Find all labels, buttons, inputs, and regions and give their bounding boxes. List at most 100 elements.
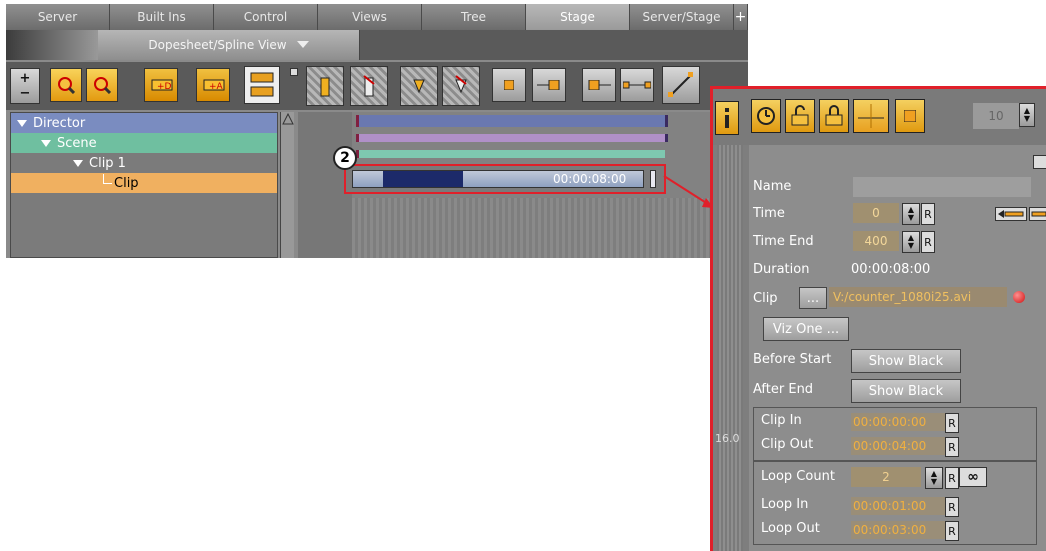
tab-bar: Server Built Ins Control Views Tree Stag…: [6, 4, 748, 30]
after-end-label: After End: [753, 382, 814, 397]
tree-item-clip-1[interactable]: Clip 1: [11, 153, 277, 173]
loop-out-reset-button[interactable]: R: [945, 521, 959, 541]
clip-in-label: Clip In: [761, 413, 802, 428]
tree-item-scene[interactable]: Scene: [11, 133, 277, 153]
view-bar: Dopesheet/Spline View: [6, 30, 748, 60]
time-nav-left-icon[interactable]: [995, 207, 1027, 221]
tab-server-stage[interactable]: Server/Stage: [630, 4, 734, 30]
panel-body: Name Time 0 ▲ ▼ R Time End 400 ▲ ▼ R Durat…: [751, 145, 1046, 551]
tab-views[interactable]: Views: [318, 4, 422, 30]
loop-out-label: Loop Out: [761, 521, 820, 536]
tree-scrollbar[interactable]: [280, 112, 294, 258]
panel-toolbar: 10 ▲ ▼: [713, 89, 1046, 145]
tree-item-label: Scene: [57, 135, 97, 151]
infinity-icon[interactable]: ∞: [959, 467, 987, 487]
after-end-dropdown[interactable]: Show Black: [851, 379, 961, 403]
svg-text:+D: +D: [157, 82, 172, 92]
clip-out-reset-button[interactable]: R: [945, 437, 959, 457]
clip-in-input[interactable]: 00:00:00:00: [851, 413, 945, 431]
name-input[interactable]: [853, 177, 1031, 197]
expand-triangle-icon[interactable]: [41, 139, 51, 147]
lock-open-icon[interactable]: [785, 99, 815, 133]
loop-count-spinner[interactable]: ▲ ▼: [925, 467, 943, 489]
scroll-up-icon[interactable]: [281, 112, 295, 126]
loop-in-reset-button[interactable]: R: [945, 497, 959, 517]
tree-item-label: Clip 1: [89, 155, 126, 171]
frame-step-value: 10: [988, 109, 1004, 123]
tag-out-icon[interactable]: [582, 68, 616, 102]
clip-loop-region: [383, 171, 463, 187]
zoom-plus-minus-icon[interactable]: + −: [10, 68, 40, 104]
director-track[interactable]: [356, 115, 668, 127]
expand-triangle-icon[interactable]: [73, 159, 83, 167]
tag-in-icon[interactable]: [532, 68, 566, 102]
expand-collapse-icon[interactable]: [244, 66, 280, 104]
clip-track-bar[interactable]: 00:00:08:00: [352, 170, 644, 188]
time-spinner[interactable]: ▲ ▼: [902, 203, 920, 225]
view-bar-handle: [6, 30, 98, 60]
frame-step-spinner[interactable]: ▲ ▼: [1019, 103, 1035, 127]
clip-in-reset-button[interactable]: R: [945, 413, 959, 433]
time-nav-right-icon[interactable]: [1029, 207, 1046, 221]
keyframe-c-icon[interactable]: [400, 66, 438, 106]
zoom-in-icon[interactable]: [50, 68, 82, 102]
before-start-dropdown[interactable]: Show Black: [851, 349, 961, 373]
time-label: Time: [753, 206, 785, 221]
ruler-value: 16.0: [715, 432, 740, 445]
zoom-out-icon[interactable]: [86, 68, 118, 102]
stop-point-icon[interactable]: [492, 68, 526, 102]
loop-out-input[interactable]: 00:00:03:00: [851, 521, 945, 539]
tab-built-ins[interactable]: Built Ins: [110, 4, 214, 30]
add-actor-icon[interactable]: +A: [196, 68, 230, 102]
view-selector[interactable]: Dopesheet/Spline View: [98, 30, 360, 60]
time-end-input[interactable]: 400: [853, 231, 899, 251]
tree-item-label: Clip: [114, 175, 139, 191]
stage-toolbar: + − +D +A: [6, 62, 748, 110]
duration-value: 00:00:08:00: [851, 262, 931, 277]
tab-server[interactable]: Server: [6, 4, 110, 30]
tree-item-clip[interactable]: Clip: [11, 173, 277, 193]
expand-triangle-icon[interactable]: [17, 119, 27, 127]
clip-browse-button[interactable]: ...: [799, 287, 827, 309]
info-icon[interactable]: [715, 101, 739, 135]
lock-icon[interactable]: [819, 99, 849, 133]
clip-time-label: 00:00:08:00: [553, 172, 627, 186]
viz-one-button[interactable]: Viz One ...: [763, 317, 849, 341]
callout-badge: 2: [333, 146, 357, 170]
loop-count-reset-button[interactable]: R: [945, 467, 959, 489]
clip-end-handle[interactable]: [650, 170, 656, 188]
duration-label: Duration: [753, 262, 810, 277]
time-reset-button[interactable]: R: [921, 203, 935, 225]
clock-icon[interactable]: [751, 99, 781, 133]
add-tab-button[interactable]: +: [734, 4, 748, 30]
clip-out-input[interactable]: 00:00:04:00: [851, 437, 945, 455]
keyframe-d-icon[interactable]: [442, 66, 480, 106]
time-end-reset-button[interactable]: R: [921, 231, 935, 253]
time-end-spinner[interactable]: ▲ ▼: [902, 231, 920, 253]
clip-1-track[interactable]: [356, 150, 665, 158]
add-director-icon[interactable]: +D: [144, 68, 178, 102]
clip-path-field[interactable]: V:/counter_1080i25.avi: [829, 287, 1007, 307]
stop-icon[interactable]: [895, 99, 925, 133]
frame-step-input[interactable]: 10: [973, 103, 1019, 129]
tab-stage[interactable]: Stage: [526, 4, 630, 30]
keyframe-a-icon[interactable]: [306, 66, 344, 106]
time-input[interactable]: 0: [853, 203, 899, 223]
clip-properties-panel: 10 ▲ ▼ 16.0 Name Time 0 ▲ ▼ R Time End 400…: [710, 86, 1046, 551]
loop-in-input[interactable]: 00:00:01:00: [851, 497, 945, 515]
view-selector-label: Dopesheet/Spline View: [148, 38, 287, 52]
keyframe-b-icon[interactable]: [350, 66, 388, 106]
tab-tree[interactable]: Tree: [422, 4, 526, 30]
panel-expand-icon[interactable]: [1033, 155, 1046, 169]
scene-track[interactable]: [356, 134, 668, 142]
before-start-label: Before Start: [753, 352, 832, 367]
loop-count-input[interactable]: 2: [851, 467, 921, 487]
tab-control[interactable]: Control: [214, 4, 318, 30]
spline-icon[interactable]: [662, 66, 700, 104]
tag-both-icon[interactable]: [620, 68, 654, 102]
clip-out-label: Clip Out: [761, 437, 814, 452]
clip-label: Clip: [753, 291, 778, 306]
tree-item-director[interactable]: Director: [11, 113, 277, 133]
grid-icon[interactable]: [853, 99, 889, 133]
panel-ruler: [717, 145, 743, 551]
